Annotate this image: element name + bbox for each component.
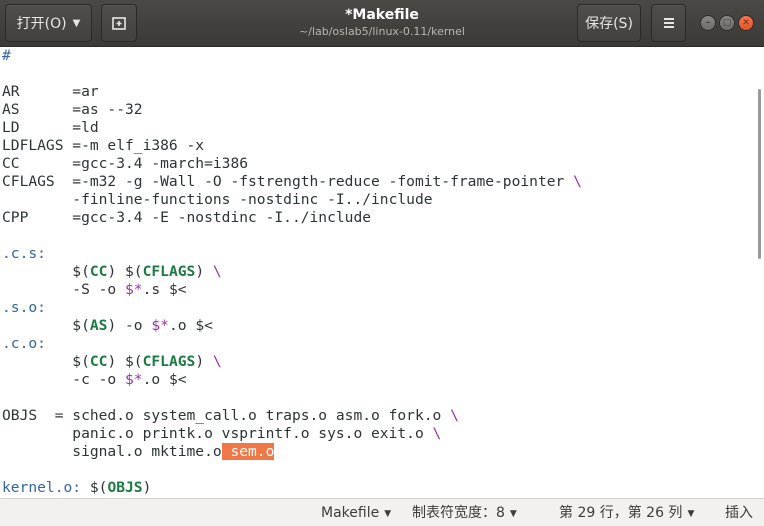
code-line[interactable]: AR =ar <box>2 83 582 101</box>
minimize-button[interactable]: – <box>700 15 716 31</box>
status-bar: Makefile ▼ 制表符宽度：8 ▼ 第 29 行，第 26 列 ▼ 插入 <box>0 498 764 526</box>
save-button-label: 保存(S) <box>585 16 633 32</box>
code-line[interactable]: LDFLAGS =-m elf_i386 -x <box>2 137 582 155</box>
maximize-button[interactable]: □ <box>719 15 735 31</box>
code-line[interactable]: kernel.o: $(OBJS) <box>2 479 582 497</box>
header-bar: 打开(O) ▼ *Makefile ~/lab/oslab5/linux-0.1… <box>0 0 764 47</box>
code-area[interactable]: # AR =ar AS =as --32 LD =ld LDFLAGS =-m elf… <box>2 47 582 497</box>
tab-width-selector[interactable]: 制表符宽度：8 ▼ <box>412 504 517 522</box>
hamburger-menu-icon <box>663 18 674 28</box>
code-line[interactable]: CC =gcc-3.4 -march=i386 <box>2 155 582 173</box>
insert-mode-indicator[interactable]: 插入 <box>725 504 753 522</box>
close-button[interactable]: ✕ <box>738 15 754 31</box>
file-path: ~/lab/oslab5/linux-0.11/kernel <box>299 25 465 38</box>
chevron-down-icon: ▼ <box>509 509 517 519</box>
code-line[interactable]: # <box>2 47 582 65</box>
chevron-down-icon: ▼ <box>384 509 392 519</box>
code-line[interactable]: $(AS) -o $*.o $< <box>2 317 582 335</box>
selected-text: sem.o <box>221 443 275 460</box>
chevron-down-icon: ▼ <box>687 509 695 519</box>
language-label: Makefile <box>321 505 380 521</box>
new-tab-icon <box>112 17 126 30</box>
cursor-position-selector[interactable]: 第 29 行，第 26 列 ▼ <box>559 504 694 522</box>
chevron-down-icon: ▼ <box>72 17 81 29</box>
code-line[interactable]: -finline-functions -nostdinc -I../includ… <box>2 191 582 209</box>
code-line[interactable]: OBJS = sched.o system_call.o traps.o asm… <box>2 407 582 425</box>
code-line[interactable]: -S -o $*.s $< <box>2 281 582 299</box>
code-line[interactable]: .c.o: <box>2 335 582 353</box>
code-line[interactable] <box>2 227 582 245</box>
code-line[interactable]: -c -o $*.o $< <box>2 371 582 389</box>
cursor-position-label: 第 29 行，第 26 列 <box>559 505 683 521</box>
code-line[interactable]: CFLAGS =-m32 -g -Wall -O -fstrength-redu… <box>2 173 582 191</box>
menu-button[interactable] <box>651 4 686 42</box>
code-line[interactable] <box>2 65 582 83</box>
code-line[interactable]: CPP =gcc-3.4 -E -nostdinc -I../include <box>2 209 582 227</box>
language-selector[interactable]: Makefile ▼ <box>321 504 391 522</box>
code-line[interactable]: .c.s: <box>2 245 582 263</box>
code-line[interactable]: .s.o: <box>2 299 582 317</box>
save-button[interactable]: 保存(S) <box>577 4 641 42</box>
code-line[interactable]: signal.o mktime.o sem.o <box>2 443 582 461</box>
open-button[interactable]: 打开(O) ▼ <box>5 4 92 42</box>
code-line[interactable] <box>2 389 582 407</box>
tab-width-label: 制表符宽度：8 <box>412 505 505 521</box>
minimize-icon: – <box>705 17 711 28</box>
text-editor[interactable]: # AR =ar AS =as --32 LD =ld LDFLAGS =-m elf… <box>0 47 764 498</box>
code-line[interactable]: $(CC) $(CFLAGS) \ <box>2 353 582 371</box>
window-title-area: *Makefile ~/lab/oslab5/linux-0.11/kernel <box>200 6 564 39</box>
window-title: *Makefile <box>345 7 419 23</box>
code-line[interactable]: AS =as --32 <box>2 101 582 119</box>
close-icon: ✕ <box>742 17 750 28</box>
code-line[interactable]: panic.o printk.o vsprintf.o sys.o exit.o… <box>2 425 582 443</box>
code-line[interactable]: LD =ld <box>2 119 582 137</box>
open-button-label: 打开(O) <box>16 16 67 32</box>
maximize-icon: □ <box>722 17 732 28</box>
code-line[interactable]: $(CC) $(CFLAGS) \ <box>2 263 582 281</box>
code-line[interactable] <box>2 461 582 479</box>
vertical-scrollbar[interactable] <box>758 89 761 259</box>
new-tab-button[interactable] <box>101 4 137 42</box>
